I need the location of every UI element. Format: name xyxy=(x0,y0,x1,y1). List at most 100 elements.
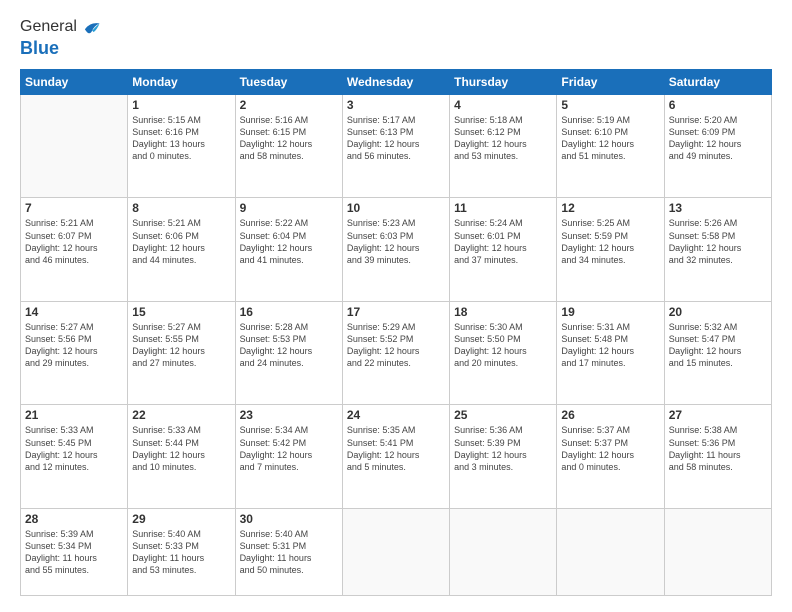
weekday-header-row: SundayMondayTuesdayWednesdayThursdayFrid… xyxy=(21,70,772,95)
day-number: 24 xyxy=(347,408,445,422)
logo: General Blue xyxy=(20,16,101,59)
calendar-cell: 6 Sunrise: 5:20 AM Sunset: 6:09 PM Daylig… xyxy=(664,95,771,198)
weekday-header-sunday: Sunday xyxy=(21,70,128,95)
day-number: 23 xyxy=(240,408,338,422)
day-number: 1 xyxy=(132,98,230,112)
day-info: Sunrise: 5:21 AM Sunset: 6:07 PM Dayligh… xyxy=(25,217,123,266)
calendar-cell xyxy=(557,508,664,595)
day-info: Sunrise: 5:24 AM Sunset: 6:01 PM Dayligh… xyxy=(454,217,552,266)
calendar-cell: 19 Sunrise: 5:31 AM Sunset: 5:48 PM Dayli… xyxy=(557,301,664,404)
logo-bird-icon xyxy=(79,16,101,38)
week-row-1: 1Sunrise: 5:15 AM Sunset: 6:16 PM Daylig… xyxy=(21,95,772,198)
day-info: Sunrise: 5:27 AM Sunset: 5:55 PM Dayligh… xyxy=(132,321,230,370)
calendar-cell: 30 Sunrise: 5:40 AM Sunset: 5:31 PM Dayli… xyxy=(235,508,342,595)
day-info: Sunrise: 5:16 AM Sunset: 6:15 PM Dayligh… xyxy=(240,114,338,163)
day-number: 27 xyxy=(669,408,767,422)
calendar-cell: 27Sunrise: 5:38 AM Sunset: 5:36 PM Dayli… xyxy=(664,405,771,508)
day-number: 25 xyxy=(454,408,552,422)
day-info: Sunrise: 5:18 AM Sunset: 6:12 PM Dayligh… xyxy=(454,114,552,163)
day-info: Sunrise: 5:29 AM Sunset: 5:52 PM Dayligh… xyxy=(347,321,445,370)
day-info: Sunrise: 5:39 AM Sunset: 5:34 PM Dayligh… xyxy=(25,528,123,577)
day-number: 28 xyxy=(25,512,123,526)
calendar-cell: 29 Sunrise: 5:40 AM Sunset: 5:33 PM Dayli… xyxy=(128,508,235,595)
day-info: Sunrise: 5:20 AM Sunset: 6:09 PM Dayligh… xyxy=(669,114,767,163)
week-row-3: 14 Sunrise: 5:27 AM Sunset: 5:56 PM Dayli… xyxy=(21,301,772,404)
calendar-cell xyxy=(342,508,449,595)
calendar-cell: 28 Sunrise: 5:39 AM Sunset: 5:34 PM Dayli… xyxy=(21,508,128,595)
weekday-header-friday: Friday xyxy=(557,70,664,95)
day-info: Sunrise: 5:31 AM Sunset: 5:48 PM Dayligh… xyxy=(561,321,659,370)
calendar-cell: 4 Sunrise: 5:18 AM Sunset: 6:12 PM Daylig… xyxy=(450,95,557,198)
calendar-cell: 2 Sunrise: 5:16 AM Sunset: 6:15 PM Daylig… xyxy=(235,95,342,198)
day-info: Sunrise: 5:28 AM Sunset: 5:53 PM Dayligh… xyxy=(240,321,338,370)
day-info: Sunrise: 5:33 AM Sunset: 5:44 PM Dayligh… xyxy=(132,424,230,473)
day-number: 13 xyxy=(669,201,767,215)
day-number: 7 xyxy=(25,201,123,215)
calendar-cell: 7 Sunrise: 5:21 AM Sunset: 6:07 PM Daylig… xyxy=(21,198,128,301)
weekday-header-wednesday: Wednesday xyxy=(342,70,449,95)
day-number: 18 xyxy=(454,305,552,319)
logo-general-text: General xyxy=(20,18,77,36)
header: General Blue xyxy=(20,16,772,59)
day-number: 12 xyxy=(561,201,659,215)
day-info: Sunrise: 5:37 AM Sunset: 5:37 PM Dayligh… xyxy=(561,424,659,473)
calendar-cell: 26 Sunrise: 5:37 AM Sunset: 5:37 PM Dayli… xyxy=(557,405,664,508)
day-number: 20 xyxy=(669,305,767,319)
page: General Blue SundayMondayTuesdayWednesda… xyxy=(0,0,792,612)
day-info: Sunrise: 5:23 AM Sunset: 6:03 PM Dayligh… xyxy=(347,217,445,266)
day-info: Sunrise: 5:25 AM Sunset: 5:59 PM Dayligh… xyxy=(561,217,659,266)
calendar-cell: 13 Sunrise: 5:26 AM Sunset: 5:58 PM Dayli… xyxy=(664,198,771,301)
day-info: Sunrise: 5:40 AM Sunset: 5:31 PM Dayligh… xyxy=(240,528,338,577)
day-number: 6 xyxy=(669,98,767,112)
calendar-cell: 14 Sunrise: 5:27 AM Sunset: 5:56 PM Dayli… xyxy=(21,301,128,404)
day-info: Sunrise: 5:26 AM Sunset: 5:58 PM Dayligh… xyxy=(669,217,767,266)
calendar-cell xyxy=(450,508,557,595)
day-number: 26 xyxy=(561,408,659,422)
day-number: 5 xyxy=(561,98,659,112)
calendar-cell: 22Sunrise: 5:33 AM Sunset: 5:44 PM Dayli… xyxy=(128,405,235,508)
weekday-header-saturday: Saturday xyxy=(664,70,771,95)
calendar-cell: 20 Sunrise: 5:32 AM Sunset: 5:47 PM Dayli… xyxy=(664,301,771,404)
day-number: 2 xyxy=(240,98,338,112)
day-number: 21 xyxy=(25,408,123,422)
day-info: Sunrise: 5:21 AM Sunset: 6:06 PM Dayligh… xyxy=(132,217,230,266)
calendar-cell: 23 Sunrise: 5:34 AM Sunset: 5:42 PM Dayli… xyxy=(235,405,342,508)
day-number: 3 xyxy=(347,98,445,112)
weekday-header-thursday: Thursday xyxy=(450,70,557,95)
day-number: 15 xyxy=(132,305,230,319)
calendar-cell: 3Sunrise: 5:17 AM Sunset: 6:13 PM Daylig… xyxy=(342,95,449,198)
day-number: 11 xyxy=(454,201,552,215)
day-info: Sunrise: 5:33 AM Sunset: 5:45 PM Dayligh… xyxy=(25,424,123,473)
day-info: Sunrise: 5:40 AM Sunset: 5:33 PM Dayligh… xyxy=(132,528,230,577)
day-info: Sunrise: 5:22 AM Sunset: 6:04 PM Dayligh… xyxy=(240,217,338,266)
day-number: 10 xyxy=(347,201,445,215)
day-info: Sunrise: 5:19 AM Sunset: 6:10 PM Dayligh… xyxy=(561,114,659,163)
calendar-cell: 11 Sunrise: 5:24 AM Sunset: 6:01 PM Dayli… xyxy=(450,198,557,301)
calendar-cell: 21 Sunrise: 5:33 AM Sunset: 5:45 PM Dayli… xyxy=(21,405,128,508)
day-info: Sunrise: 5:32 AM Sunset: 5:47 PM Dayligh… xyxy=(669,321,767,370)
calendar-cell: 25Sunrise: 5:36 AM Sunset: 5:39 PM Dayli… xyxy=(450,405,557,508)
calendar-cell: 12 Sunrise: 5:25 AM Sunset: 5:59 PM Dayli… xyxy=(557,198,664,301)
calendar-cell: 9Sunrise: 5:22 AM Sunset: 6:04 PM Daylig… xyxy=(235,198,342,301)
day-number: 29 xyxy=(132,512,230,526)
day-info: Sunrise: 5:34 AM Sunset: 5:42 PM Dayligh… xyxy=(240,424,338,473)
calendar-cell: 24 Sunrise: 5:35 AM Sunset: 5:41 PM Dayli… xyxy=(342,405,449,508)
calendar-cell xyxy=(21,95,128,198)
week-row-4: 21 Sunrise: 5:33 AM Sunset: 5:45 PM Dayli… xyxy=(21,405,772,508)
week-row-2: 7 Sunrise: 5:21 AM Sunset: 6:07 PM Daylig… xyxy=(21,198,772,301)
day-info: Sunrise: 5:30 AM Sunset: 5:50 PM Dayligh… xyxy=(454,321,552,370)
day-number: 14 xyxy=(25,305,123,319)
day-number: 8 xyxy=(132,201,230,215)
day-number: 30 xyxy=(240,512,338,526)
calendar-cell: 18 Sunrise: 5:30 AM Sunset: 5:50 PM Dayli… xyxy=(450,301,557,404)
day-number: 19 xyxy=(561,305,659,319)
calendar-cell: 16Sunrise: 5:28 AM Sunset: 5:53 PM Dayli… xyxy=(235,301,342,404)
calendar-cell: 1Sunrise: 5:15 AM Sunset: 6:16 PM Daylig… xyxy=(128,95,235,198)
day-info: Sunrise: 5:35 AM Sunset: 5:41 PM Dayligh… xyxy=(347,424,445,473)
day-info: Sunrise: 5:27 AM Sunset: 5:56 PM Dayligh… xyxy=(25,321,123,370)
calendar-cell: 8 Sunrise: 5:21 AM Sunset: 6:06 PM Daylig… xyxy=(128,198,235,301)
day-number: 17 xyxy=(347,305,445,319)
day-number: 4 xyxy=(454,98,552,112)
calendar-cell: 15 Sunrise: 5:27 AM Sunset: 5:55 PM Dayli… xyxy=(128,301,235,404)
week-row-5: 28 Sunrise: 5:39 AM Sunset: 5:34 PM Dayli… xyxy=(21,508,772,595)
